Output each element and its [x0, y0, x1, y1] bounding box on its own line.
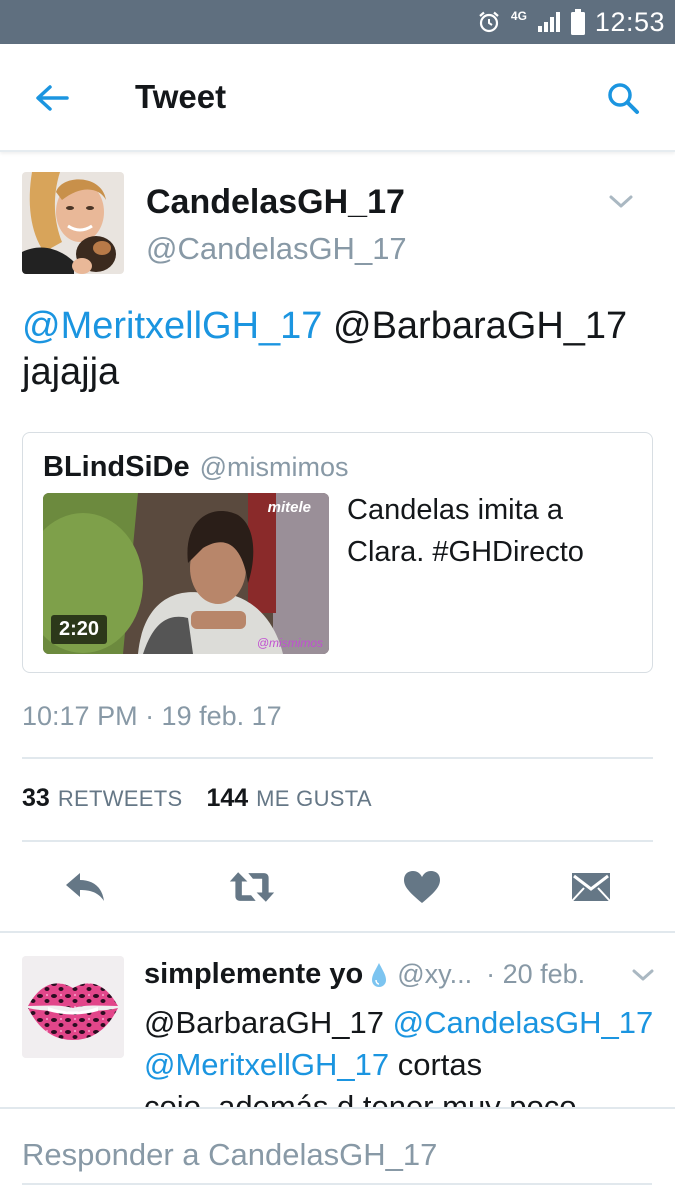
divider	[22, 757, 653, 759]
author-name[interactable]: CandelasGH_17	[146, 183, 405, 222]
back-button[interactable]	[30, 78, 74, 118]
quoted-tweet-text: Candelas imita a Clara. #GHDirecto	[347, 494, 584, 568]
tweet-text: @MeritxellGH_17 @BarbaraGH_17 jajajja	[22, 303, 652, 395]
mention-text[interactable]: @BarbaraGH_17	[333, 305, 627, 347]
reply-mention-link[interactable]: @CandelasGH_17	[393, 1005, 654, 1040]
reply-input[interactable]	[22, 1127, 652, 1185]
quoted-tweet-card[interactable]: BLindSiDe @mismimos mitele @mismimos 2:2…	[22, 432, 653, 673]
like-button[interactable]	[398, 865, 446, 909]
reply-text: @BarbaraGH_17 @CandelasGH_17 @MeritxellG…	[144, 1002, 659, 1108]
retweet-button[interactable]	[228, 865, 276, 909]
chevron-down-icon	[609, 195, 633, 208]
network-type-label: 4G	[510, 9, 527, 23]
reply-icon	[66, 873, 104, 901]
reply-composer	[0, 1107, 675, 1200]
tweet-action-bar	[0, 845, 675, 930]
reply-timestamp: · 20 feb.	[486, 959, 586, 989]
tweet-options-button[interactable]	[606, 190, 636, 212]
tweet-stats: 33 RETWEETS 144 ME GUSTA	[22, 784, 396, 813]
dm-icon	[571, 873, 611, 902]
quoted-tweet-header: BLindSiDe @mismimos	[43, 451, 349, 484]
heart-icon	[404, 871, 440, 903]
search-button[interactable]	[601, 76, 645, 120]
section-divider	[0, 931, 675, 933]
reply-mention-link[interactable]: @BarbaraGH_17	[144, 1005, 384, 1040]
status-icons: 4G 12:53	[477, 0, 665, 44]
media-brand-label: mitele	[267, 499, 311, 516]
tweet-body-text: jajajja	[22, 351, 120, 393]
status-bar: 4G 12:53	[0, 0, 675, 44]
app-header: Tweet	[0, 44, 675, 152]
reply-header: simplemente yo @xy... · 20 feb.	[144, 958, 585, 991]
back-arrow-icon	[36, 85, 69, 111]
reply-body-text: cortas	[397, 1047, 483, 1082]
reply-options-button[interactable]	[630, 966, 656, 984]
media-watermark: @mismimos	[256, 636, 323, 650]
search-icon	[608, 83, 639, 114]
reply-author-handle[interactable]: @xy...	[397, 959, 472, 990]
direct-message-button[interactable]	[567, 865, 615, 909]
likes-label[interactable]: ME GUSTA	[256, 786, 372, 812]
quoted-author-name: BLindSiDe	[43, 451, 190, 483]
water-drop-icon	[372, 962, 387, 987]
retweets-label[interactable]: RETWEETS	[58, 786, 183, 812]
retweets-count[interactable]: 33	[22, 784, 50, 813]
video-duration-badge: 2:20	[51, 615, 108, 644]
quoted-author-handle: @mismimos	[199, 452, 349, 482]
reply-button[interactable]	[60, 865, 108, 909]
divider	[22, 840, 653, 842]
mention-link[interactable]: @MeritxellGH_17	[22, 305, 322, 347]
author-handle[interactable]: @CandelasGH_17	[146, 231, 407, 267]
reply-body-text: cojo, además d tener muy poco	[144, 1089, 577, 1108]
tweet-timestamp: 10:17 PM · 19 feb. 17	[22, 701, 282, 731]
page-title: Tweet	[135, 78, 227, 115]
signal-icon	[537, 12, 560, 32]
chevron-down-icon	[632, 969, 654, 981]
quoted-video-thumbnail[interactable]: mitele @mismimos 2:20	[43, 493, 329, 654]
author-avatar[interactable]	[22, 172, 124, 274]
retweet-icon	[229, 872, 275, 902]
reply-author-name[interactable]: simplemente yo	[144, 958, 363, 991]
likes-count[interactable]: 144	[206, 784, 248, 813]
battery-icon	[570, 9, 585, 35]
reply-mention-link[interactable]: @MeritxellGH_17	[144, 1047, 389, 1082]
reply-author-avatar[interactable]	[22, 956, 124, 1058]
alarm-icon	[479, 11, 499, 33]
status-time: 12:53	[594, 6, 665, 37]
